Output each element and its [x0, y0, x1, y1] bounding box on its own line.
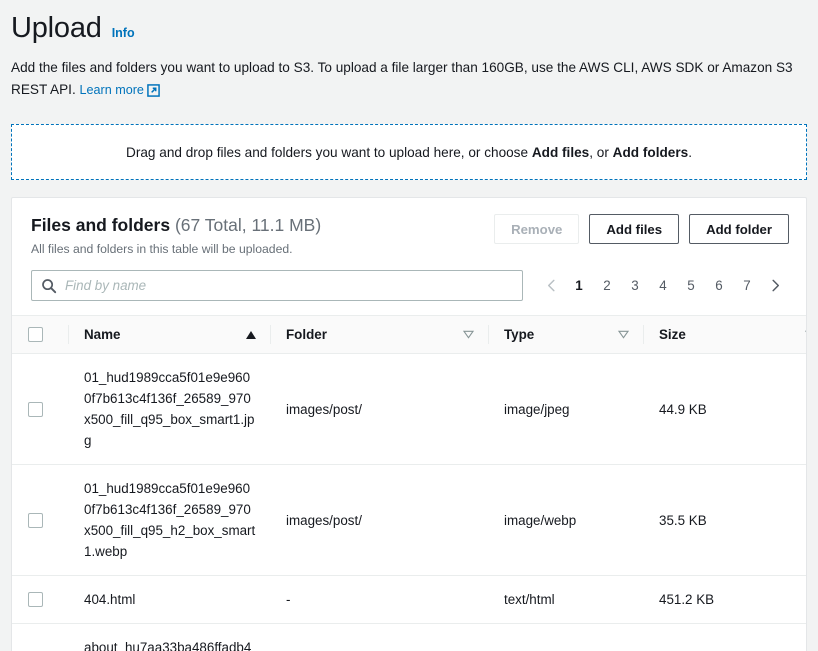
card-title-label: Files and folders [31, 215, 171, 235]
learn-more-link[interactable]: Learn more [80, 83, 160, 97]
row-checkbox[interactable] [28, 401, 43, 417]
page-description: Add the files and folders you want to up… [0, 48, 806, 104]
cell-type: image/webp [488, 464, 643, 576]
column-header-type[interactable]: Type [488, 315, 643, 354]
pagination-page-1[interactable]: 1 [565, 271, 593, 301]
cell-size: 451.2 KB [643, 575, 806, 624]
cell-type: image/jpeg [488, 353, 643, 465]
dropzone-add-files-label: Add files [531, 144, 590, 160]
filter-row: 1 2 3 4 5 6 7 [12, 268, 806, 315]
dropzone-text: Drag and drop files and folders you want… [126, 145, 692, 160]
pagination: 1 2 3 4 5 6 7 [537, 271, 789, 301]
select-all-checkbox[interactable] [28, 327, 43, 342]
info-link[interactable]: Info [112, 26, 135, 40]
cell-name: 01_hud1989cca5f01e9e9600f7b613c4f136f_26… [68, 353, 270, 465]
table-row[interactable]: 404.html - text/html 451.2 KB [12, 575, 806, 624]
files-and-folders-card: Files and folders (67 Total, 11.1 MB) Al… [11, 197, 807, 651]
search-input[interactable] [63, 271, 503, 300]
row-select-cell [12, 575, 68, 624]
external-link-icon [147, 82, 160, 104]
table-row[interactable]: 01_hud1989cca5f01e9e9600f7b613c4f136f_26… [12, 464, 806, 576]
row-select-cell [12, 623, 68, 651]
pagination-page-2[interactable]: 2 [593, 271, 621, 301]
cell-size: 44.9 KB [643, 353, 806, 465]
pagination-page-4[interactable]: 4 [649, 271, 677, 301]
pagination-page-3[interactable]: 3 [621, 271, 649, 301]
add-folder-button[interactable]: Add folder [689, 214, 789, 244]
card-title: Files and folders (67 Total, 11.1 MB) [31, 214, 321, 236]
files-table: Name Folder Type Size 01_hud1989cca5f01e… [12, 315, 806, 651]
pagination-page-5[interactable]: 5 [677, 271, 705, 301]
card-subtitle: All files and folders in this table will… [31, 242, 293, 256]
card-item-count: (67 Total, 11.1 MB) [174, 215, 322, 235]
search-box[interactable] [31, 270, 523, 301]
card-header: Files and folders (67 Total, 11.1 MB) Al… [12, 198, 806, 268]
column-header-size-label: Size [659, 327, 686, 342]
pagination-next-button[interactable] [761, 271, 789, 301]
cell-name: 404.html [68, 575, 270, 624]
cell-name: 01_hud1989cca5f01e9e9600f7b613c4f136f_26… [68, 464, 270, 576]
cell-folder: images/post/ [270, 464, 488, 576]
pagination-page-6[interactable]: 6 [705, 271, 733, 301]
table-row[interactable]: 01_hud1989cca5f01e9e9600f7b613c4f136f_26… [12, 353, 806, 465]
dropzone-text-middle: , or [589, 144, 613, 160]
cell-folder: images/post/ [270, 353, 488, 465]
pagination-prev-button[interactable] [537, 271, 565, 301]
page-title: Upload [11, 12, 102, 44]
cell-size: 35.5 KB [643, 464, 806, 576]
select-all-header [12, 315, 68, 354]
upload-page: Upload Info Add the files and folders yo… [0, 0, 818, 651]
row-select-cell [12, 464, 68, 576]
cell-folder: images/ [270, 623, 488, 651]
row-checkbox[interactable] [28, 592, 43, 607]
cell-type: text/html [488, 575, 643, 624]
dropzone-text-after: . [688, 144, 692, 160]
dropzone-text-before: Drag and drop files and folders you want… [126, 144, 532, 160]
cell-folder: - [270, 575, 488, 624]
column-header-name-label: Name [84, 327, 121, 342]
card-actions: Remove Add files Add folder [494, 212, 789, 244]
sort-descending-icon [617, 327, 630, 342]
add-files-button[interactable]: Add files [589, 214, 680, 244]
files-table-head: Name Folder Type Size [12, 315, 806, 354]
sort-descending-icon [804, 327, 806, 342]
cell-size: 287.5 KB [643, 623, 806, 651]
column-header-name[interactable]: Name [68, 315, 270, 354]
learn-more-label: Learn more [79, 83, 144, 97]
column-header-size[interactable]: Size [643, 315, 806, 354]
card-title-wrap: Files and folders (67 Total, 11.1 MB) Al… [31, 212, 321, 258]
row-select-cell [12, 353, 68, 465]
files-table-body: 01_hud1989cca5f01e9e9600f7b613c4f136f_26… [12, 353, 806, 651]
column-header-folder-label: Folder [286, 327, 327, 342]
table-header-row: Name Folder Type Size [12, 315, 806, 354]
pagination-page-7[interactable]: 7 [733, 271, 761, 301]
cell-type: image/jpeg [488, 623, 643, 651]
search-icon [41, 278, 57, 299]
dropzone-add-folders-label: Add folders [612, 144, 689, 160]
page-header: Upload Info [0, 0, 818, 48]
remove-button[interactable]: Remove [494, 214, 580, 244]
column-header-type-label: Type [504, 327, 535, 342]
column-header-folder[interactable]: Folder [270, 315, 488, 354]
file-dropzone[interactable]: Drag and drop files and folders you want… [11, 124, 807, 180]
cell-name: about_hu7aa33ba486ffadb43e56b1ee2faef308… [68, 623, 270, 651]
table-row[interactable]: about_hu7aa33ba486ffadb43e56b1ee2faef308… [12, 623, 806, 651]
row-checkbox[interactable] [28, 512, 43, 528]
sort-ascending-icon [246, 330, 256, 339]
sort-descending-icon [462, 327, 475, 342]
